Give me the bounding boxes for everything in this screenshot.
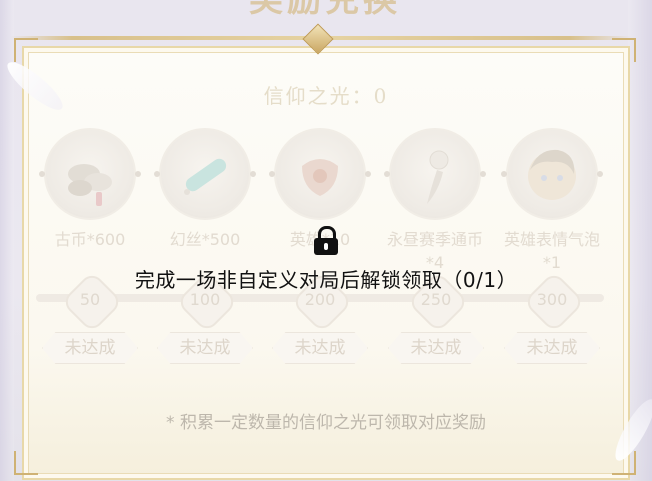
claim-button-label: 未达成 bbox=[410, 338, 462, 358]
claim-button[interactable]: 未达成 bbox=[272, 332, 368, 364]
header-banner: 奖励兑换 bbox=[160, 0, 490, 20]
corner-ornament-icon bbox=[14, 451, 38, 475]
lock-overlay: 完成一场非自定义对局后解锁领取（0/1） bbox=[0, 226, 652, 293]
reward-icon-frame bbox=[384, 128, 486, 220]
season-coin-feather-icon bbox=[427, 150, 449, 204]
claim-button[interactable]: 未达成 bbox=[157, 332, 253, 364]
faith-points-label: 信仰之光：0 bbox=[263, 84, 389, 108]
reward-icon-frame bbox=[39, 128, 141, 220]
corner-ornament-icon bbox=[14, 38, 38, 62]
corner-ornament-icon bbox=[612, 38, 636, 62]
ancient-coins-icon bbox=[68, 164, 112, 206]
claim-button[interactable]: 未达成 bbox=[388, 332, 484, 364]
claim-button[interactable]: 未达成 bbox=[504, 332, 600, 364]
footnote-text: * 积累一定数量的信仰之光可领取对应奖励 bbox=[166, 413, 486, 433]
hero-emote-portrait-icon bbox=[528, 149, 576, 200]
reward-icon-frame bbox=[501, 128, 603, 220]
silk-spool-icon bbox=[184, 158, 227, 195]
claim-button-label: 未达成 bbox=[64, 338, 116, 358]
reward-icon-frame bbox=[154, 128, 256, 220]
unlock-requirement-text: 完成一场非自定义对局后解锁领取（0/1） bbox=[134, 268, 518, 292]
header-title: 奖励兑换 bbox=[249, 0, 401, 20]
hero-mask-icon bbox=[302, 159, 338, 196]
claim-button-label: 未达成 bbox=[294, 338, 346, 358]
lock-icon bbox=[314, 226, 338, 256]
claim-button-label: 未达成 bbox=[526, 338, 578, 358]
claim-button[interactable]: 未达成 bbox=[42, 332, 138, 364]
claim-button-label: 未达成 bbox=[179, 338, 231, 358]
reward-icon-frame bbox=[269, 128, 371, 220]
